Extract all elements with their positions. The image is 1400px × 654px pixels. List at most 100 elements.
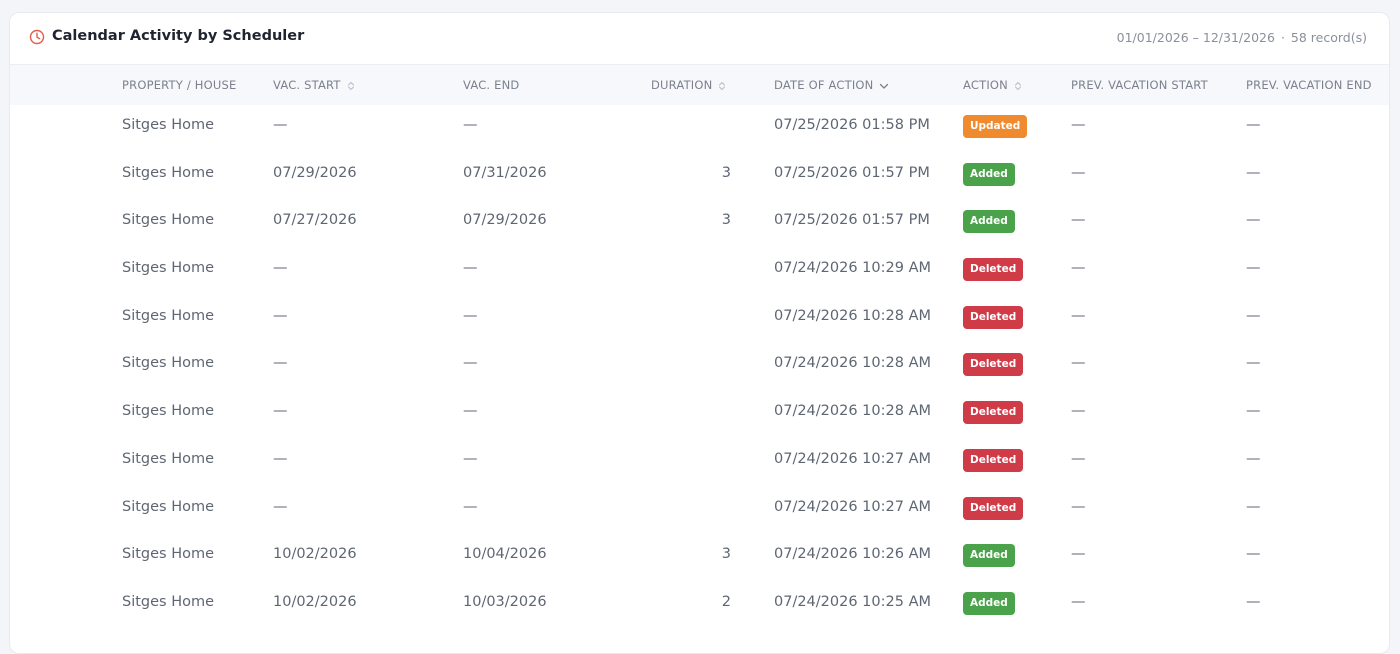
column-header-action[interactable]: ACTION (963, 78, 1022, 92)
cell-prev-vacation-end: — (1246, 117, 1261, 133)
cell-property: Sitges Home (122, 212, 215, 229)
cell-property: Sitges Home (122, 355, 215, 372)
cell-vac-start: — (273, 450, 288, 467)
cell-date-of-action: 07/24/2026 10:26 AM (774, 546, 932, 563)
cell-prev-vacation-end: — (1246, 450, 1261, 467)
cell-duration: 3 (721, 546, 731, 563)
cell-vac-end: 07/31/2026 (463, 164, 547, 181)
cell-prev-vacation-start: — (1071, 307, 1086, 324)
column-header-date-of-action[interactable]: DATE OF ACTION (774, 78, 889, 92)
cell-property: Sitges Home (122, 117, 215, 133)
cell-prev-vacation-end: — (1246, 307, 1261, 324)
cell-vac-end: 07/29/2026 (463, 212, 547, 229)
table-row: Sitges Home — — 07/24/2026 10:29 AM Deleted —… (10, 246, 1389, 294)
cell-prev-vacation-start: — (1071, 450, 1086, 467)
column-header-label: DATE OF ACTION (774, 78, 874, 92)
action-badge: Added (963, 544, 1015, 568)
cell-prev-vacation-end: — (1246, 212, 1261, 229)
sort-icon[interactable] (347, 81, 355, 91)
card-header: Calendar Activity by Scheduler 01/01/202… (10, 13, 1389, 65)
table-row: Sitges Home — — 07/24/2026 10:27 AM Deleted —… (10, 437, 1389, 485)
card-title: Calendar Activity by Scheduler (52, 28, 305, 44)
table-body: Sitges Home — — 07/25/2026 01:58 PM Updated —… (10, 103, 1389, 628)
action-badge: Added (963, 162, 1015, 186)
cell-vac-end: — (463, 355, 478, 372)
action-badge: Deleted (963, 401, 1024, 425)
cell-property: Sitges Home (122, 593, 215, 610)
action-badge: Deleted (963, 448, 1024, 472)
column-header-label: PROPERTY / HOUSE (122, 78, 237, 92)
action-badge: Added (963, 591, 1015, 615)
table-row: Sitges Home 07/29/2026 07/31/2026 3 07/25/20… (10, 151, 1389, 199)
cell-prev-vacation-start: — (1071, 593, 1086, 610)
cell-vac-start: — (273, 260, 288, 277)
cell-prev-vacation-end: — (1246, 260, 1261, 277)
card-meta: 01/01/2026 – 12/31/2026 · 58 record(s) (1117, 30, 1367, 45)
cell-vac-end: — (463, 307, 478, 324)
column-header-label: VAC. END (463, 78, 520, 92)
column-header-vac-start[interactable]: VAC. START (273, 78, 355, 92)
date-range: 01/01/2026 – 12/31/2026 (1116, 30, 1275, 45)
cell-vac-start: — (273, 117, 288, 133)
table-row: Sitges Home — — 07/24/2026 10:28 AM Deleted —… (10, 341, 1389, 389)
cell-date-of-action: 07/25/2026 01:57 PM (774, 164, 930, 181)
cell-prev-vacation-end: — (1246, 355, 1261, 372)
cell-prev-vacation-end: — (1246, 593, 1261, 610)
cell-prev-vacation-end: — (1246, 498, 1261, 515)
table-row: Sitges Home 10/02/2026 10/03/2026 2 07/24/20… (10, 580, 1389, 628)
cell-duration: 3 (721, 164, 731, 181)
column-header-vac-end: VAC. END (463, 78, 519, 92)
cell-date-of-action: 07/24/2026 10:25 AM (774, 593, 932, 610)
cell-property: Sitges Home (122, 403, 215, 420)
action-badge: Deleted (963, 305, 1024, 329)
table-row: Sitges Home — — 07/24/2026 10:28 AM Deleted —… (10, 294, 1389, 342)
cell-vac-start: — (273, 355, 288, 372)
cell-vac-start: 10/02/2026 (273, 593, 357, 610)
cell-vac-end: 10/03/2026 (463, 593, 547, 610)
column-header-label: PREV. VACATION START (1071, 78, 1208, 92)
cell-property: Sitges Home (122, 260, 215, 277)
cell-duration: 2 (721, 593, 731, 610)
table-row: Sitges Home — — 07/25/2026 01:58 PM Updated —… (10, 103, 1389, 151)
activity-card: Calendar Activity by Scheduler 01/01/202… (9, 12, 1390, 654)
sort-icon[interactable] (718, 81, 726, 91)
column-header-label: VAC. START (273, 78, 341, 92)
table-header: PROPERTY / HOUSE VAC. START VAC. END DURATI… (10, 65, 1389, 105)
cell-prev-vacation-start: — (1071, 117, 1086, 133)
column-header-label: PREV. VACATION END (1246, 78, 1372, 92)
action-badge: Added (963, 210, 1015, 234)
cell-property: Sitges Home (122, 498, 215, 515)
cell-prev-vacation-end: — (1246, 403, 1261, 420)
column-header-prev-vacation-end: PREV. VACATION END (1246, 78, 1372, 92)
cell-vac-start: — (273, 403, 288, 420)
cell-property: Sitges Home (122, 450, 215, 467)
action-badge: Updated (963, 115, 1028, 138)
column-header-duration[interactable]: DURATION (651, 78, 726, 92)
cell-prev-vacation-end: — (1246, 164, 1261, 181)
cell-date-of-action: 07/24/2026 10:27 AM (774, 498, 932, 515)
chevron-down-icon[interactable] (879, 81, 889, 91)
record-count: 58 record(s) (1290, 30, 1367, 45)
meta-separator: · (1280, 30, 1285, 45)
cell-vac-start: — (273, 307, 288, 324)
cell-vac-start: 07/29/2026 (273, 164, 357, 181)
action-badge: Deleted (963, 496, 1024, 520)
action-badge: Deleted (963, 353, 1024, 377)
cell-prev-vacation-end: — (1246, 546, 1261, 563)
cell-duration: 3 (721, 212, 731, 229)
cell-prev-vacation-start: — (1071, 355, 1086, 372)
table-row: Sitges Home — — 07/24/2026 10:28 AM Deleted —… (10, 389, 1389, 437)
column-header-property: PROPERTY / HOUSE (122, 78, 236, 92)
cell-prev-vacation-start: — (1071, 164, 1086, 181)
column-header-label: DURATION (651, 78, 713, 92)
cell-vac-start: 07/27/2026 (273, 212, 357, 229)
sort-icon[interactable] (1014, 81, 1022, 91)
table-row: Sitges Home — — 07/24/2026 10:27 AM Deleted —… (10, 485, 1389, 533)
cell-property: Sitges Home (122, 307, 215, 324)
cell-vac-end: — (463, 498, 478, 515)
cell-vac-end: 10/04/2026 (463, 546, 547, 563)
table-row: Sitges Home 10/02/2026 10/04/2026 3 07/24/20… (10, 532, 1389, 580)
column-header-prev-vacation-start: PREV. VACATION START (1071, 78, 1208, 92)
cell-property: Sitges Home (122, 546, 215, 563)
cell-prev-vacation-start: — (1071, 212, 1086, 229)
